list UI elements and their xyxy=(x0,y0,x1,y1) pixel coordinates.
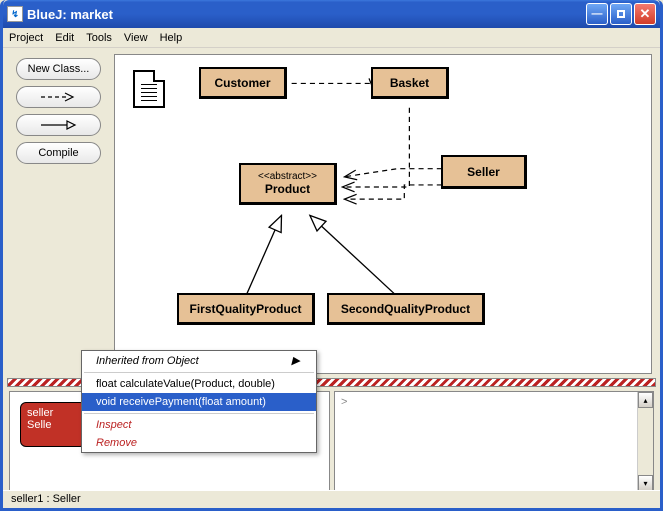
class-seller[interactable]: Seller xyxy=(441,155,527,189)
scroll-up-icon[interactable]: ▴ xyxy=(638,392,653,408)
menu-bar: Project Edit Tools View Help xyxy=(3,28,660,48)
context-menu: Inherited from Object ▶ float calculateV… xyxy=(81,350,317,453)
ctx-receive-payment[interactable]: void receivePayment(float amount) xyxy=(82,393,316,411)
ctx-remove[interactable]: Remove xyxy=(82,434,316,452)
class-customer[interactable]: Customer xyxy=(199,67,287,99)
window-title: BlueJ: market xyxy=(27,7,586,22)
class-product[interactable]: <<abstract>>Product xyxy=(239,163,337,205)
status-text: seller1 : Seller xyxy=(11,493,81,505)
uses-arrow-button[interactable] xyxy=(16,86,101,108)
menu-help[interactable]: Help xyxy=(160,32,183,44)
ctx-inspect[interactable]: Inspect xyxy=(82,416,316,434)
status-bar: seller1 : Seller xyxy=(3,490,660,508)
submenu-arrow-icon: ▶ xyxy=(292,354,300,367)
class-second-quality-product[interactable]: SecondQualityProduct xyxy=(327,293,485,325)
class-diagram[interactable]: Customer Basket <<abstract>>Product Sell… xyxy=(114,54,652,374)
class-basket[interactable]: Basket xyxy=(371,67,449,99)
code-pad[interactable]: > ▴ ▾ xyxy=(334,391,654,492)
maximize-button[interactable] xyxy=(610,3,632,25)
object-seller1[interactable]: seller Selle xyxy=(20,402,86,447)
inherit-arrow-button[interactable] xyxy=(16,114,101,136)
title-bar: ↯ BlueJ: market — ✕ xyxy=(3,0,660,28)
ctx-inherited[interactable]: Inherited from Object ▶ xyxy=(82,351,316,370)
close-button[interactable]: ✕ xyxy=(634,3,656,25)
readme-icon[interactable] xyxy=(133,70,165,108)
ctx-calculate-value[interactable]: float calculateValue(Product, double) xyxy=(82,375,316,393)
menu-project[interactable]: Project xyxy=(9,32,43,44)
menu-edit[interactable]: Edit xyxy=(55,32,74,44)
scroll-down-icon[interactable]: ▾ xyxy=(638,475,653,491)
minimize-button[interactable]: — xyxy=(586,3,608,25)
compile-button[interactable]: Compile xyxy=(16,142,101,164)
app-icon: ↯ xyxy=(7,6,23,22)
menu-tools[interactable]: Tools xyxy=(86,32,112,44)
code-scrollbar[interactable]: ▴ ▾ xyxy=(637,392,653,491)
new-class-button[interactable]: New Class... xyxy=(16,58,101,80)
code-prompt: > xyxy=(341,396,347,408)
menu-view[interactable]: View xyxy=(124,32,148,44)
sidebar: New Class... Compile xyxy=(3,48,114,378)
class-first-quality-product[interactable]: FirstQualityProduct xyxy=(177,293,315,325)
